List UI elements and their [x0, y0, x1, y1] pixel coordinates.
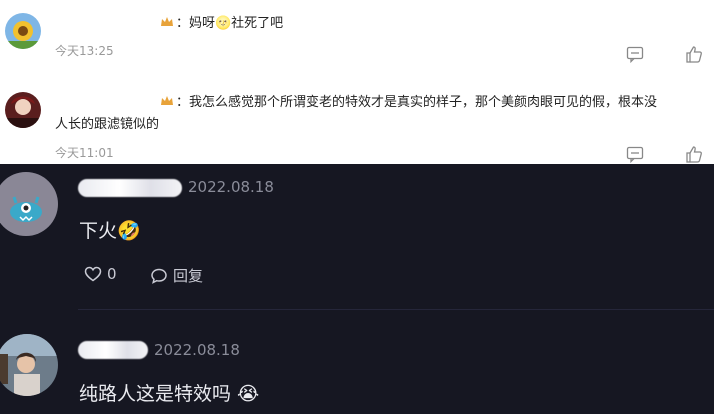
sunflower-avatar-icon — [5, 13, 41, 49]
comment-date: 2022.08.18 — [154, 341, 240, 359]
comment-content: ：我怎么感觉那个所谓变老的特效才是真实的样子，那个美颜肉眼可见的假，根本没 — [176, 95, 658, 110]
comment-bubble-icon — [151, 268, 167, 284]
avatar[interactable] — [5, 13, 41, 49]
reply-icon[interactable] — [625, 44, 645, 64]
comment-text: 下火🤣 — [79, 220, 141, 242]
light-comment-section: ：妈呀🌝社死了吧 今天13:25 ：我怎么感觉那个所谓变老的特效才是真实的样子，… — [0, 0, 714, 164]
monster-avatar-icon — [0, 172, 58, 236]
comment-text: ：妈呀🌝社死了吧 — [160, 14, 283, 34]
heart-icon — [84, 266, 102, 282]
comment-date: 2022.08.18 — [188, 178, 274, 196]
dark-comment-section: 2022.08.18 下火🤣 0 回复 2022.08.18 纯路人这是特效吗 … — [0, 164, 714, 414]
thumbs-up-icon[interactable] — [684, 44, 704, 64]
reply-icon[interactable] — [625, 144, 645, 164]
photo-avatar-icon — [0, 334, 58, 396]
reply-button[interactable]: 回复 — [150, 265, 203, 286]
comment-text-continued: 人长的跟滤镜似的 — [55, 117, 160, 132]
username-redacted — [78, 179, 182, 197]
divider — [78, 309, 714, 310]
comment-time: 今天13:25 — [55, 44, 114, 58]
comment-text: 纯路人这是特效吗 😭 — [79, 383, 260, 405]
username-redacted — [78, 341, 148, 359]
crown-badge-icon — [161, 17, 173, 26]
comment-text: ：我怎么感觉那个所谓变老的特效才是真实的样子，那个美颜肉眼可见的假，根本没 — [160, 93, 657, 113]
avatar[interactable] — [0, 172, 58, 236]
avatar[interactable] — [5, 92, 41, 128]
like-button[interactable]: 0 — [84, 265, 117, 283]
reply-label: 回复 — [173, 267, 204, 285]
like-count: 0 — [107, 265, 117, 283]
anime-avatar-icon — [5, 92, 41, 128]
thumbs-up-icon[interactable] — [684, 144, 704, 164]
comment-content: ：妈呀🌝社死了吧 — [176, 16, 284, 31]
comment-time: 今天11:01 — [55, 146, 114, 160]
avatar[interactable] — [0, 334, 58, 396]
crown-badge-icon — [161, 96, 173, 105]
